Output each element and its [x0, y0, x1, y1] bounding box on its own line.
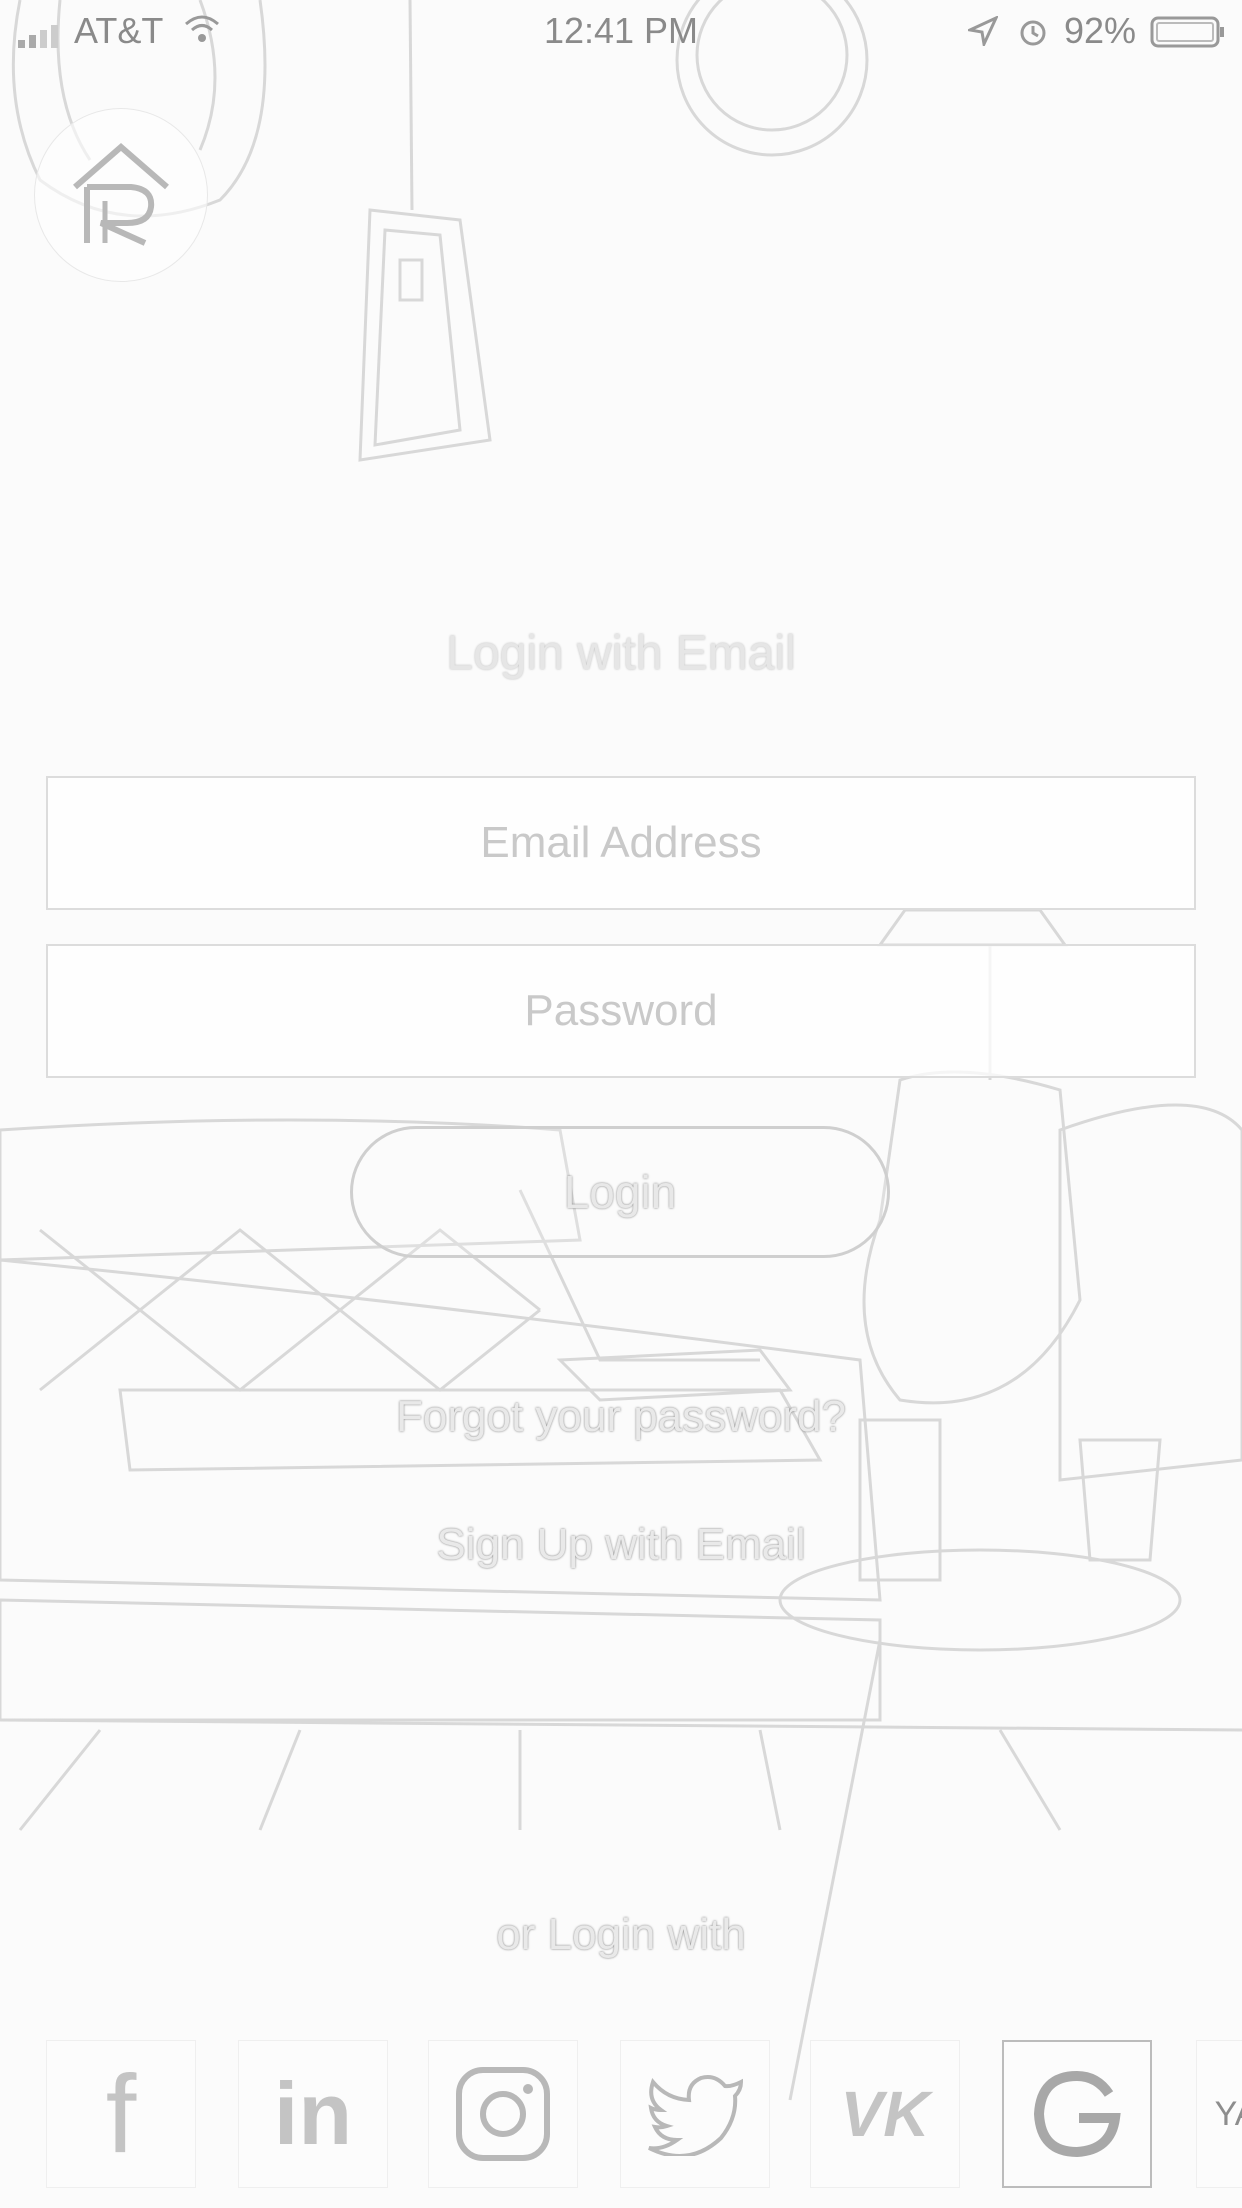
linkedin-button[interactable]: in	[238, 2040, 388, 2188]
vk-button[interactable]: VK	[810, 2040, 960, 2188]
forgot-password-link[interactable]: Forgot your password?	[0, 1392, 1242, 1442]
or-login-with-label: or Login with	[496, 1910, 746, 1959]
twitter-icon	[648, 2075, 744, 2156]
instagram-icon	[456, 2067, 550, 2161]
battery-percent: 92%	[1064, 10, 1137, 51]
app-logo	[34, 108, 208, 282]
yandex-button[interactable]: YA	[1196, 2040, 1242, 2188]
status-time: 12:41 PM	[543, 10, 699, 51]
battery-icon	[1150, 16, 1224, 48]
google-button[interactable]	[1002, 2040, 1152, 2188]
yandex-icon: YA	[1214, 2094, 1242, 2133]
twitter-button[interactable]	[620, 2040, 770, 2188]
email-input[interactable]	[48, 777, 1194, 909]
google-icon	[1033, 2070, 1121, 2158]
vk-icon: VK	[840, 2078, 930, 2150]
password-input[interactable]	[48, 945, 1194, 1077]
signup-email-link[interactable]: Sign Up with Email	[0, 1520, 1242, 1570]
facebook-icon: f	[105, 2052, 137, 2176]
instagram-button[interactable]	[428, 2040, 578, 2188]
login-heading: Login with Email	[446, 627, 796, 680]
facebook-button[interactable]: f	[46, 2040, 196, 2188]
status-bar: AT&T 12:41 PM 92%	[0, 0, 1242, 60]
home-r-logo-icon	[73, 143, 169, 246]
background-illustration	[0, 0, 1242, 2101]
location-arrow-icon	[968, 16, 998, 46]
password-field[interactable]	[46, 944, 1196, 1078]
login-button[interactable]: Login	[350, 1126, 890, 1258]
email-field[interactable]	[46, 776, 1196, 910]
alarm-icon	[1020, 20, 1046, 46]
linkedin-icon: in	[273, 2064, 353, 2163]
